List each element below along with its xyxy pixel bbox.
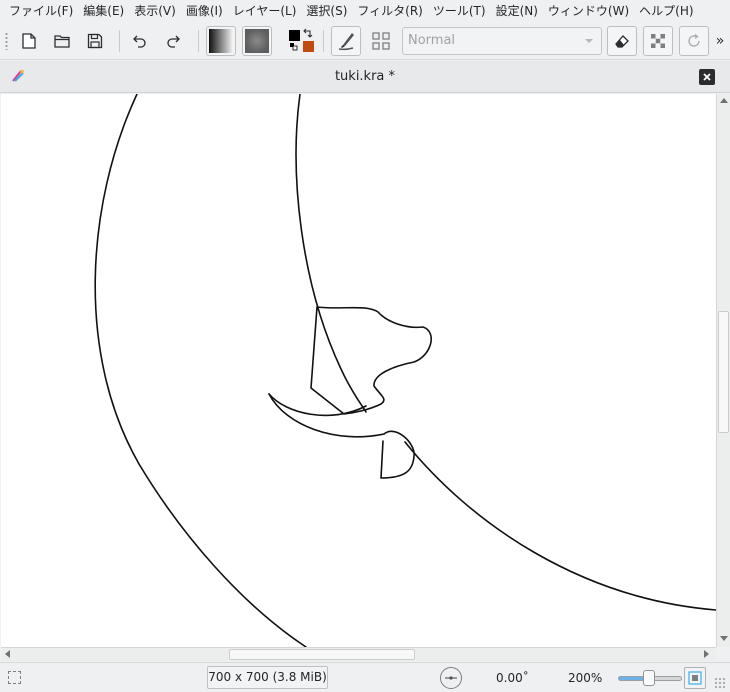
horizontal-scrollbar-thumb[interactable]: [229, 649, 415, 660]
menu-window[interactable]: ウィンドウ(W): [543, 0, 634, 22]
vertical-scrollbar[interactable]: [716, 94, 730, 647]
document-tab[interactable]: tuki.kra *: [0, 61, 730, 93]
main-toolbar: Normal »: [0, 22, 730, 60]
inner-crescent-arc: [295, 94, 367, 413]
foreground-color-swatch[interactable]: [289, 30, 300, 41]
pattern-icon: [245, 29, 269, 53]
vertical-scrollbar-thumb[interactable]: [718, 311, 729, 433]
lower-crescent-arc: [404, 441, 716, 611]
drawing-canvas[interactable]: [1, 94, 716, 647]
resize-grip[interactable]: [714, 677, 726, 689]
toolbar-separator: [323, 30, 324, 52]
canvas-artwork: [94, 94, 716, 647]
toolbar-separator: [119, 30, 120, 52]
brush-settings-button[interactable]: [366, 26, 396, 56]
outer-crescent-arc: [94, 94, 307, 647]
figure-head: [310, 306, 433, 415]
menu-file[interactable]: ファイル(F): [0, 0, 78, 22]
alpha-lock-icon: [651, 34, 665, 48]
reload-preset-icon: [688, 33, 700, 47]
menu-layer[interactable]: レイヤー(L): [228, 0, 302, 22]
pattern-selector[interactable]: [242, 26, 272, 56]
toolbar-grip[interactable]: [5, 32, 8, 50]
figure-body: [268, 393, 415, 479]
zoom-value: 200%: [568, 671, 603, 685]
open-document-button[interactable]: [47, 26, 77, 56]
redo-button[interactable]: [158, 26, 188, 56]
rotation-dial-icon[interactable]: [440, 667, 462, 689]
redo-icon: [167, 35, 180, 48]
gradient-selector[interactable]: [206, 26, 236, 56]
zoom-fit-icon: [688, 671, 702, 685]
open-folder-icon: [54, 35, 70, 48]
background-color-swatch[interactable]: [303, 41, 314, 52]
horizontal-scrollbar[interactable]: [1, 647, 716, 661]
undo-icon: [133, 35, 146, 48]
save-button[interactable]: [80, 26, 110, 56]
toolbar-separator: [198, 30, 199, 52]
menu-edit[interactable]: 編集(E): [78, 0, 129, 22]
new-document-icon: [22, 33, 36, 49]
selection-indicator-icon[interactable]: [8, 671, 21, 684]
reload-preset-button[interactable]: [679, 26, 709, 56]
undo-button[interactable]: [125, 26, 155, 56]
new-document-button[interactable]: [14, 26, 44, 56]
eraser-mode-button[interactable]: [607, 26, 637, 56]
zoom-fit-button[interactable]: [684, 667, 706, 689]
close-document-button[interactable]: [699, 69, 715, 85]
eraser-icon: [615, 35, 629, 48]
blend-mode-select[interactable]: Normal: [402, 27, 602, 55]
menu-filter[interactable]: フィルタ(R): [352, 0, 427, 22]
brush-preset-button[interactable]: [331, 26, 361, 56]
color-selector[interactable]: [286, 26, 316, 56]
close-icon: [703, 73, 711, 81]
menu-image[interactable]: 画像(I): [181, 0, 228, 22]
menu-help[interactable]: ヘルプ(H): [634, 0, 698, 22]
brush-preset-icon: [338, 33, 354, 51]
scroll-up-arrow-icon[interactable]: [720, 98, 728, 103]
menu-tools[interactable]: ツール(T): [428, 0, 491, 22]
zoom-slider-handle[interactable]: [643, 670, 655, 686]
save-icon: [87, 33, 103, 49]
document-title: tuki.kra *: [334, 69, 396, 84]
scroll-down-arrow-icon[interactable]: [720, 636, 728, 641]
status-bar: 700 x 700 (3.8 MiB) 0.00˚ 200%: [0, 662, 730, 692]
chevron-down-icon: [585, 39, 593, 43]
menubar: ファイル(F) 編集(E) 表示(V) 画像(I) レイヤー(L) 選択(S) …: [0, 0, 730, 22]
menu-view[interactable]: 表示(V): [129, 0, 181, 22]
settings-grid-icon: [372, 32, 390, 50]
rotation-value: 0.00˚: [496, 671, 529, 685]
preserve-alpha-button[interactable]: [643, 26, 673, 56]
gradient-icon: [209, 29, 233, 53]
scroll-right-arrow-icon[interactable]: [704, 650, 709, 658]
blend-mode-value: Normal: [408, 33, 456, 48]
menu-settings[interactable]: 設定(N): [491, 0, 543, 22]
menu-select[interactable]: 選択(S): [301, 0, 352, 22]
image-size-indicator[interactable]: 700 x 700 (3.8 MiB): [207, 666, 328, 689]
toolbar-overflow-button[interactable]: »: [711, 26, 729, 56]
scroll-left-arrow-icon[interactable]: [5, 650, 10, 658]
color-swap-icon: [289, 28, 314, 52]
